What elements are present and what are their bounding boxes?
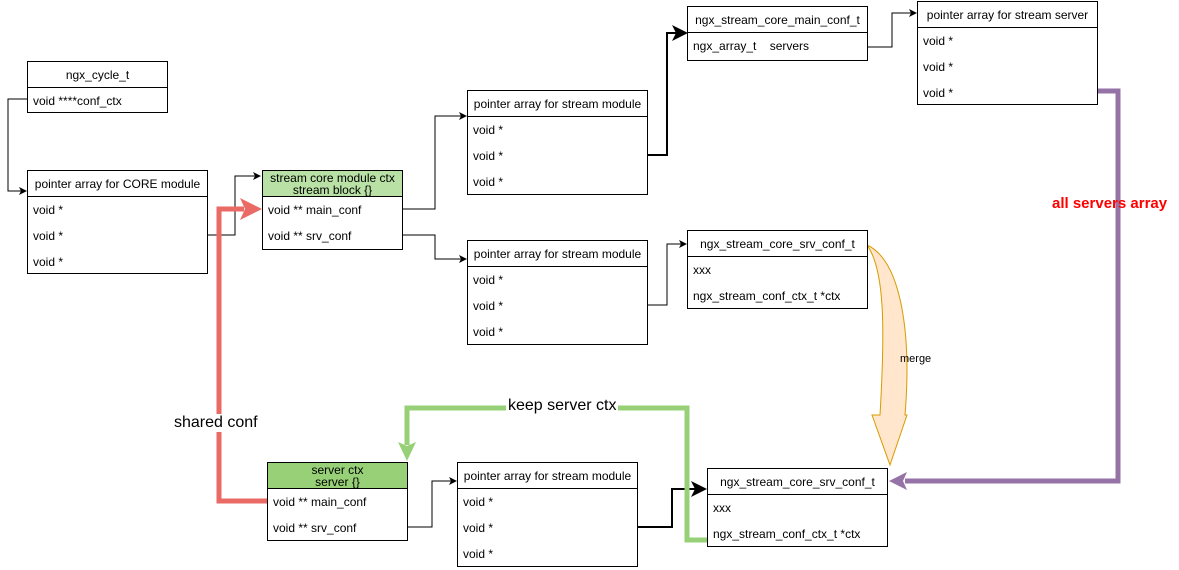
label-shared-conf: shared conf <box>174 414 258 432</box>
label-keep-server-ctx: keep server ctx <box>506 397 619 415</box>
field: void * <box>923 86 954 100</box>
field: void ** main_conf <box>273 495 367 509</box>
label-merge: merge <box>900 353 932 365</box>
field: void * <box>473 273 504 287</box>
box-title: pointer array for CORE module <box>28 171 207 197</box>
arrow-ptr-mid-to-srv-conf <box>647 240 687 306</box>
field: ngx_stream_conf_ctx_t *ctx <box>693 289 841 303</box>
title-line: server {} <box>315 475 360 489</box>
arrow-server-srv-conf-to-ptr-bottom <box>407 477 457 528</box>
field: void * <box>33 229 64 243</box>
field: ngx_stream_conf_ctx_t *ctx <box>713 527 861 541</box>
field: void * <box>923 34 954 48</box>
field: void * <box>473 299 504 313</box>
box-title: pointer array for stream module <box>458 463 637 489</box>
box-srv-conf-bottom: ngx_stream_core_srv_conf_t xxx ngx_strea… <box>707 468 888 547</box>
box-ptr-bottom: pointer array for stream module void * v… <box>457 462 638 567</box>
box-title: ngx_stream_core_srv_conf_t <box>688 231 867 257</box>
field: void * <box>33 255 64 269</box>
title-line: stream block {} <box>292 183 373 197</box>
field: void ** main_conf <box>268 203 362 217</box>
arrow-all-servers <box>905 88 1121 484</box>
arrow-ptr-bottom-to-srv-conf <box>637 481 707 528</box>
field: void * <box>463 521 494 535</box>
box-title: server ctx server {} <box>268 463 407 489</box>
field: void * <box>463 495 494 509</box>
diagram-canvas: ngx_cycle_t void ****conf_ctx pointer ar… <box>0 0 1179 570</box>
field-conf-ctx: void ****conf_ctx <box>33 94 122 108</box>
field: void ** srv_conf <box>268 229 352 243</box>
box-title: pointer array for stream module <box>468 241 647 267</box>
field: void * <box>473 175 504 189</box>
box-main-conf: ngx_stream_core_main_conf_t ngx_array_t … <box>687 6 868 61</box>
box-ngx-cycle: ngx_cycle_t void ****conf_ctx <box>27 61 168 113</box>
box-title: ngx_cycle_t <box>28 62 167 88</box>
arrow-shared-conf <box>216 206 267 504</box>
box-title: ngx_stream_core_main_conf_t <box>688 7 867 33</box>
field: xxx <box>713 501 731 515</box>
box-title: pointer array for stream module <box>468 91 647 117</box>
field: void ** srv_conf <box>273 521 357 535</box>
box-srv-conf-top: ngx_stream_core_srv_conf_t xxx ngx_strea… <box>687 230 868 309</box>
field: ngx_array_t servers <box>693 39 810 53</box>
box-core-pointer-array: pointer array for CORE module void * voi… <box>27 170 208 274</box>
box-title: stream core module ctx stream block {} <box>263 171 402 197</box>
label-all-servers: all servers array <box>1052 195 1168 212</box>
arrow-main-conf-to-ptr-top <box>402 112 467 210</box>
box-ptr-server: pointer array for stream server void * v… <box>917 1 1098 105</box>
box-server-ctx: server ctx server {} void ** main_conf vo… <box>267 462 408 541</box>
arrow-cycle-to-core <box>7 98 27 195</box>
box-ptr-mid: pointer array for stream module void * v… <box>467 240 648 345</box>
box-title: ngx_stream_core_srv_conf_t <box>708 469 887 495</box>
field: void * <box>473 325 504 339</box>
field: void * <box>923 60 954 74</box>
field: void * <box>473 123 504 137</box>
field: void * <box>463 547 494 561</box>
arrow-ptr-top-to-main-conf <box>647 25 688 156</box>
field: void * <box>33 203 64 217</box>
box-title: pointer array for stream server <box>918 2 1097 28</box>
field: void * <box>473 149 504 163</box>
arrow-srv-conf-to-ptr-mid <box>402 234 467 263</box>
field: xxx <box>693 263 711 277</box>
box-ptr-top: pointer array for stream module void * v… <box>467 90 648 195</box>
box-stream-core-ctx: stream core module ctx stream block {} vo… <box>262 170 403 250</box>
arrow-servers-to-ptr-server <box>867 9 917 48</box>
